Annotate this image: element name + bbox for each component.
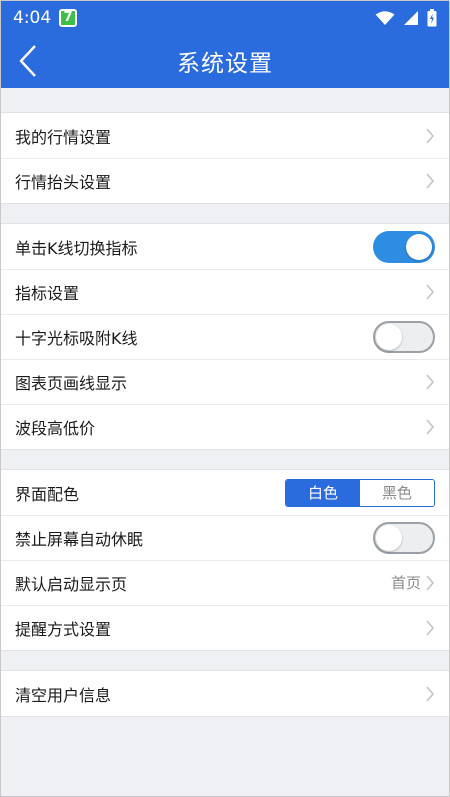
row-theme-color: 界面配色 白色 黑色 — [1, 470, 449, 515]
row-prevent-sleep: 禁止屏幕自动休眠 — [1, 515, 449, 560]
chevron-right-icon — [426, 283, 435, 300]
row-label: 提醒方式设置 — [15, 619, 112, 639]
app-notification-icon: 7 — [59, 8, 78, 27]
theme-segmented-control: 白色 黑色 — [285, 478, 435, 507]
settings-screen: 4:04 7 系统设置 我的行情设置 行情抬头设置 单击K线切换指标 指标设置 … — [0, 0, 450, 797]
toggle-knob — [376, 524, 402, 551]
kline-switch-toggle[interactable] — [373, 230, 435, 263]
status-time: 4:04 — [13, 7, 52, 28]
toggle-knob — [406, 233, 432, 260]
settings-group-quotes: 我的行情设置 行情抬头设置 — [1, 112, 449, 204]
back-button[interactable] — [7, 34, 49, 88]
chevron-right-icon — [426, 373, 435, 390]
app-header: 系统设置 — [1, 34, 449, 88]
theme-option-white[interactable]: 白色 — [286, 479, 360, 506]
page-title: 系统设置 — [177, 51, 273, 77]
chevron-right-icon — [426, 172, 435, 189]
row-click-kline-switch: 单击K线切换指标 — [1, 224, 449, 269]
row-label: 单击K线切换指标 — [15, 238, 138, 258]
row-swing-high-low[interactable]: 波段高低价 — [1, 404, 449, 449]
row-label: 默认启动显示页 — [15, 574, 128, 594]
row-label: 指标设置 — [15, 283, 80, 303]
row-label: 清空用户信息 — [15, 685, 112, 705]
status-icons — [375, 8, 437, 27]
theme-option-black[interactable]: 黑色 — [360, 479, 434, 506]
signal-icon — [404, 10, 418, 25]
top-bar: 4:04 7 系统设置 — [1, 1, 449, 88]
battery-icon — [427, 8, 437, 26]
prevent-sleep-toggle[interactable] — [373, 521, 435, 554]
row-value: 首页 — [390, 574, 421, 592]
row-my-quote-settings[interactable]: 我的行情设置 — [1, 113, 449, 158]
row-label: 我的行情设置 — [15, 127, 112, 147]
settings-group-chart: 单击K线切换指标 指标设置 十字光标吸附K线 图表页画线显示 波段高低价 — [1, 223, 449, 450]
row-crosshair-snap: 十字光标吸附K线 — [1, 314, 449, 359]
row-quote-header-settings[interactable]: 行情抬头设置 — [1, 158, 449, 203]
row-label: 禁止屏幕自动休眠 — [15, 529, 144, 549]
row-label: 波段高低价 — [15, 418, 96, 438]
chevron-right-icon — [426, 574, 435, 591]
chevron-left-icon — [19, 45, 36, 77]
row-label: 行情抬头设置 — [15, 172, 112, 192]
row-label: 十字光标吸附K线 — [15, 328, 138, 348]
status-bar: 4:04 7 — [1, 1, 449, 34]
row-default-start-page[interactable]: 默认启动显示页 首页 — [1, 560, 449, 605]
row-label: 图表页画线显示 — [15, 373, 128, 393]
row-indicator-settings[interactable]: 指标设置 — [1, 269, 449, 314]
chevron-right-icon — [426, 685, 435, 702]
settings-group-display: 界面配色 白色 黑色 禁止屏幕自动休眠 默认启动显示页 首页 提醒方式设置 — [1, 469, 449, 651]
chevron-right-icon — [426, 127, 435, 144]
toggle-knob — [376, 323, 402, 350]
crosshair-snap-toggle[interactable] — [373, 320, 435, 353]
row-clear-user-info[interactable]: 清空用户信息 — [1, 671, 449, 716]
chevron-right-icon — [426, 619, 435, 636]
row-chart-line-display[interactable]: 图表页画线显示 — [1, 359, 449, 404]
settings-group-account: 清空用户信息 — [1, 670, 449, 717]
row-label: 界面配色 — [15, 484, 80, 504]
row-reminder-settings[interactable]: 提醒方式设置 — [1, 605, 449, 650]
wifi-icon — [375, 10, 395, 25]
chevron-right-icon — [426, 418, 435, 435]
